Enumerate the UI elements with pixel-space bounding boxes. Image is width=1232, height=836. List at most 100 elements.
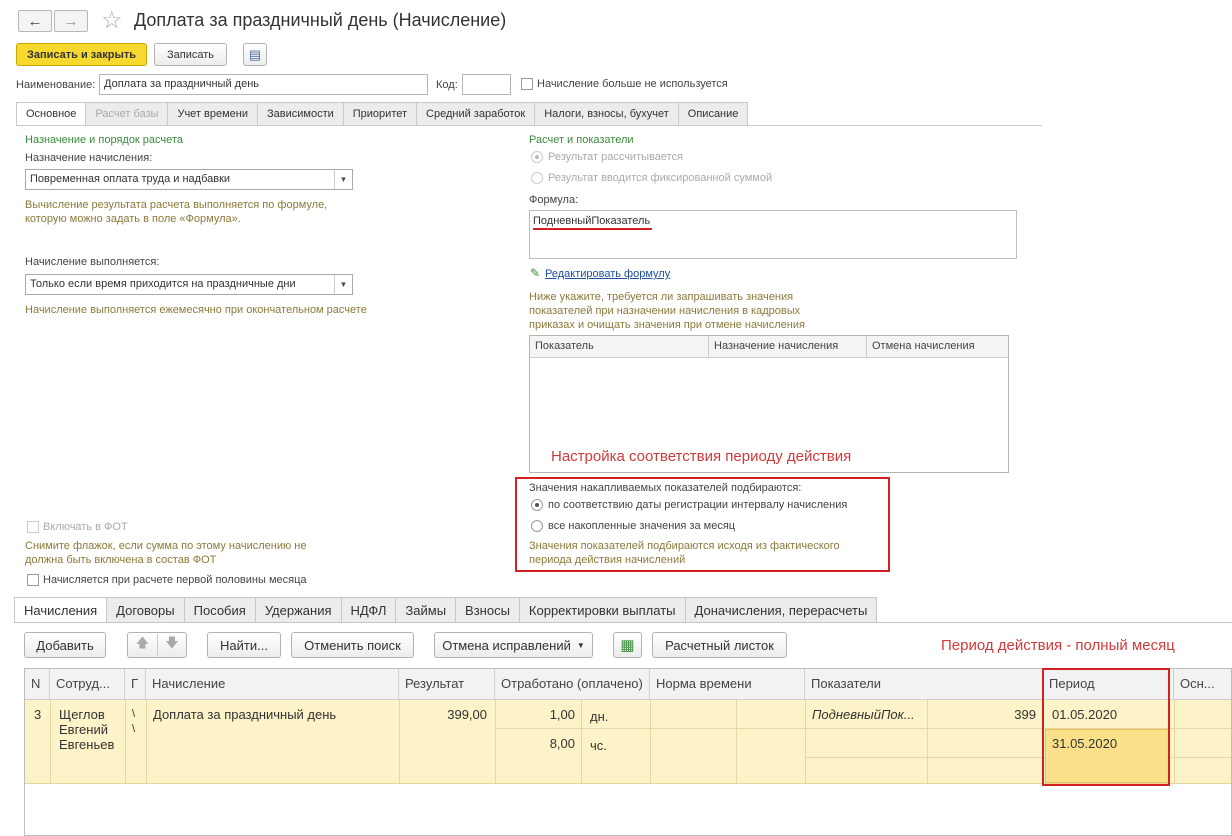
exec-select[interactable]: Только если время приходится на празднич… bbox=[25, 274, 353, 295]
cell-employee-line3: Евгеньев bbox=[59, 737, 115, 752]
col-header-worked[interactable]: Отработано (оплачено) bbox=[495, 669, 650, 700]
tab-deductions[interactable]: Удержания bbox=[255, 597, 342, 623]
first-half-label: Начисляется при расчете первой половины … bbox=[43, 574, 307, 586]
tab-contracts[interactable]: Договоры bbox=[107, 597, 185, 623]
indicators-hint-line3: приказах и очищать значения при отмене н… bbox=[529, 319, 805, 331]
radio-fixed[interactable] bbox=[531, 172, 543, 184]
cancel-search-button[interactable]: Отменить поиск bbox=[291, 632, 414, 658]
exec-hint: Начисление выполняется ежемесячно при ок… bbox=[25, 304, 367, 316]
formula-value: ПодневныйПоказатель bbox=[533, 215, 651, 227]
fot-hint-line1: Снимите флажок, если сумма по этому начи… bbox=[25, 540, 307, 552]
add-button[interactable]: Добавить bbox=[24, 632, 106, 658]
save-and-close-button[interactable]: Записать и закрыть bbox=[16, 43, 147, 66]
col-header-basis[interactable]: Осн... bbox=[1174, 669, 1231, 700]
tab-main[interactable]: Основное bbox=[16, 102, 87, 126]
cell-g-line2: \ bbox=[132, 723, 136, 735]
move-buttons[interactable]: 🡅 🡇 bbox=[127, 632, 187, 658]
tab-priority[interactable]: Приоритет bbox=[343, 102, 418, 126]
tab-description[interactable]: Описание bbox=[678, 102, 749, 126]
cell-g-line1: \ bbox=[132, 708, 136, 720]
radio-accum-interval[interactable] bbox=[531, 499, 543, 511]
radio-accum-interval-label: по соответствию даты регистрации интерва… bbox=[548, 499, 848, 511]
accum-hint-line1: Значения показателей подбираются исходя … bbox=[529, 540, 840, 552]
star-icon[interactable]: ☆ bbox=[101, 6, 123, 35]
col-header-indicators[interactable]: Показатели bbox=[805, 669, 1043, 700]
back-button[interactable]: ← bbox=[18, 10, 52, 32]
arrow-up-icon[interactable]: 🡅 bbox=[128, 634, 157, 656]
row-divider bbox=[650, 700, 651, 784]
accum-hint-line2: периода действия начислений bbox=[529, 554, 686, 566]
tab-average-earnings[interactable]: Средний заработок bbox=[417, 102, 536, 126]
radio-calculated[interactable] bbox=[531, 151, 543, 163]
arrow-down-icon[interactable]: 🡇 bbox=[156, 634, 186, 656]
purpose-value: Повременная оплата труда и надбавки bbox=[30, 173, 231, 185]
table-icon: ▦ bbox=[620, 637, 635, 654]
col-header-g[interactable]: Г bbox=[125, 669, 146, 700]
annotation-settings: Настройка соответствия периоду действия bbox=[551, 448, 852, 465]
purpose-select[interactable]: Повременная оплата труда и надбавки ▼ bbox=[25, 169, 353, 190]
tab-taxes[interactable]: Налоги, взносы, бухучет bbox=[535, 102, 679, 126]
first-half-checkbox[interactable] bbox=[27, 574, 39, 586]
accum-label: Значения накапливаемых показателей подби… bbox=[529, 482, 802, 494]
tab-recalculations[interactable]: Доначисления, перерасчеты bbox=[685, 597, 878, 623]
bottom-tabs-divider bbox=[14, 622, 1232, 623]
col-header-norm[interactable]: Норма времени bbox=[650, 669, 805, 700]
indicators-hint: Ниже укажите, требуется ли запрашивать з… bbox=[529, 290, 805, 332]
tab-time[interactable]: Учет времени bbox=[168, 102, 258, 126]
main-tabs: Основное Расчет базы Учет времени Зависи… bbox=[16, 102, 749, 126]
grid-header-indicator[interactable]: Показатель bbox=[530, 336, 709, 358]
chevron-down-icon[interactable]: ▼ bbox=[334, 170, 352, 189]
tab-benefits[interactable]: Пособия bbox=[184, 597, 256, 623]
radio-accum-month[interactable] bbox=[531, 520, 543, 532]
col-header-employee[interactable]: Сотруд... bbox=[50, 669, 125, 700]
grid-header-cancel[interactable]: Отмена начисления bbox=[867, 336, 1008, 358]
tab-ndfl[interactable]: НДФЛ bbox=[341, 597, 397, 623]
save-button[interactable]: Записать bbox=[154, 43, 227, 66]
row-divider bbox=[50, 700, 51, 784]
indicators-hint-line2: показателей при назначении начисления в … bbox=[529, 305, 801, 317]
radio-accum-month-label: все накопленные значения за месяц bbox=[548, 520, 736, 532]
name-label: Наименование: bbox=[16, 79, 96, 91]
accum-hint: Значения показателей подбираются исходя … bbox=[529, 539, 840, 567]
tab-dependencies[interactable]: Зависимости bbox=[258, 102, 344, 126]
exec-value: Только если время приходится на празднич… bbox=[30, 278, 296, 290]
tab-loans[interactable]: Займы bbox=[396, 597, 457, 623]
find-button[interactable]: Найти... bbox=[207, 632, 281, 658]
row-divider bbox=[927, 700, 928, 784]
unused-checkbox[interactable] bbox=[521, 78, 533, 90]
col-header-accrual[interactable]: Начисление bbox=[146, 669, 399, 700]
fot-hint: Снимите флажок, если сумма по этому начи… bbox=[25, 539, 306, 567]
grid-header-purpose[interactable]: Назначение начисления bbox=[709, 336, 867, 358]
purpose-hint-line2: которую можно задать в поле «Формула». bbox=[25, 213, 241, 225]
tab-contributions[interactable]: Взносы bbox=[456, 597, 520, 623]
cell-worked-hours-unit: чс. bbox=[590, 738, 607, 753]
cell-indicator-name: ПодневныйПок... bbox=[812, 707, 915, 722]
tabs-divider bbox=[16, 125, 1042, 126]
arrow-right-icon: → bbox=[63, 12, 79, 30]
payslip-button[interactable]: Расчетный листок bbox=[652, 632, 787, 658]
fot-checkbox[interactable] bbox=[27, 521, 39, 533]
exec-label: Начисление выполняется: bbox=[25, 256, 160, 268]
annotation-period: Период действия - полный месяц bbox=[941, 637, 1175, 654]
chevron-down-icon[interactable]: ▼ bbox=[334, 275, 352, 294]
col-header-n[interactable]: N bbox=[25, 669, 50, 700]
cell-employee: Щеглов Евгений Евгеньев bbox=[59, 707, 114, 752]
tab-payment-corrections[interactable]: Корректировки выплаты bbox=[519, 597, 686, 623]
unused-label: Начисление больше не используется bbox=[537, 78, 728, 90]
table-settings-button[interactable]: ▦ bbox=[613, 632, 642, 658]
indicators-hint-line1: Ниже укажите, требуется ли запрашивать з… bbox=[529, 291, 794, 303]
forward-button[interactable]: → bbox=[54, 10, 88, 32]
code-input[interactable] bbox=[462, 74, 511, 95]
name-input[interactable]: Доплата за праздничный день bbox=[99, 74, 428, 95]
formula-field[interactable]: ПодневныйПоказатель bbox=[529, 210, 1017, 259]
edit-formula-link[interactable]: Редактировать формулу bbox=[545, 268, 670, 280]
report-button[interactable]: ▤ bbox=[243, 43, 267, 66]
section-title-purpose: Назначение и порядок расчета bbox=[25, 134, 183, 146]
row-divider bbox=[146, 700, 147, 784]
tab-base-calc[interactable]: Расчет базы bbox=[86, 102, 169, 126]
col-header-result[interactable]: Результат bbox=[399, 669, 495, 700]
cell-worked-days-unit: дн. bbox=[590, 709, 609, 724]
corrections-dropdown[interactable]: Отмена исправлений ▼ bbox=[434, 632, 593, 658]
tab-accruals[interactable]: Начисления bbox=[14, 597, 108, 623]
fot-hint-line2: должна быть включена в состав ФОТ bbox=[25, 554, 217, 566]
